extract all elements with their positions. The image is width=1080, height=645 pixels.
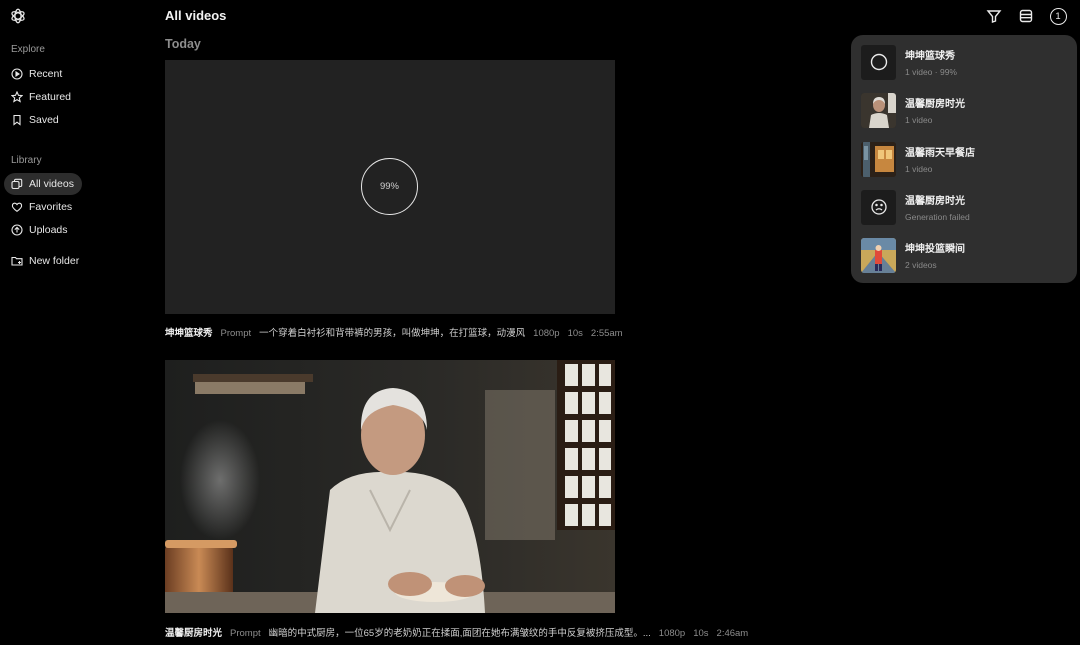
queue-item[interactable]: 坤坤篮球秀 1 video · 99% bbox=[861, 42, 1067, 82]
prompt-label: Prompt bbox=[220, 328, 252, 339]
queue-item-subtitle: 1 video bbox=[905, 115, 933, 125]
prompt-text: 一个穿着白衬衫和背带裤的男孩，叫做坤坤，在打篮球，动漫风 bbox=[259, 328, 526, 339]
queue-item[interactable]: 温馨厨房时光 1 video bbox=[861, 90, 1067, 130]
prompt-label: Prompt bbox=[230, 628, 261, 639]
progress-ring: 99% bbox=[361, 158, 418, 215]
queue-item[interactable]: 温馨雨天早餐店 1 video bbox=[861, 139, 1067, 179]
upload-icon bbox=[11, 224, 23, 236]
star-icon bbox=[11, 91, 23, 103]
video-caption: 坤坤篮球秀 Prompt 一个穿着白衬衫和背带裤的男孩，叫做坤坤，在打篮球，动漫… bbox=[165, 325, 623, 339]
filter-icon bbox=[986, 10, 1002, 23]
queue-item[interactable]: 温馨厨房时光 Generation failed bbox=[861, 187, 1067, 227]
duration: 10s bbox=[567, 328, 583, 339]
filter-button[interactable] bbox=[985, 7, 1003, 25]
layout-toggle-button[interactable] bbox=[1017, 7, 1035, 25]
timestamp: 2:46am bbox=[716, 628, 749, 639]
queue-count-badge: 1 bbox=[1049, 7, 1067, 25]
video-card-generating[interactable]: 99% bbox=[165, 60, 615, 314]
explore-section-label: Explore bbox=[11, 44, 45, 55]
heart-icon bbox=[11, 202, 23, 212]
app-logo-icon[interactable] bbox=[9, 7, 27, 25]
bookmark-icon bbox=[13, 114, 21, 126]
queue-item-title: 坤坤篮球秀 bbox=[905, 51, 955, 62]
layout-icon bbox=[1019, 9, 1033, 23]
sad-face-icon bbox=[861, 189, 896, 225]
sidebar-item-label: Saved bbox=[29, 114, 59, 126]
queue-item-title: 温馨雨天早餐店 bbox=[905, 148, 975, 159]
queue-item[interactable]: 坤坤投篮瞬间 2 videos bbox=[861, 235, 1067, 275]
queue-item-title: 温馨厨房时光 bbox=[905, 196, 965, 207]
video-caption: 温馨厨房时光 Prompt 幽暗的中式厨房，一位65岁的老奶奶正在揉面,面团在她… bbox=[165, 625, 748, 639]
queue-item-subtitle: 1 video · 99% bbox=[905, 67, 957, 77]
videos-icon bbox=[11, 178, 23, 190]
sidebar-item-saved[interactable]: Saved bbox=[4, 109, 67, 131]
sidebar-item-favorites[interactable]: Favorites bbox=[4, 196, 80, 218]
queue-item-subtitle: Generation failed bbox=[905, 212, 970, 222]
sidebar-item-label: All videos bbox=[29, 178, 74, 190]
queue-button[interactable]: 1 bbox=[1049, 7, 1067, 25]
progress-ring-icon bbox=[861, 44, 896, 80]
sidebar-item-recent[interactable]: Recent bbox=[4, 63, 70, 85]
grandma-kitchen-thumbnail bbox=[165, 360, 615, 613]
basketball-court-thumbnail bbox=[861, 237, 896, 273]
video-card-thumbnail[interactable] bbox=[165, 360, 615, 613]
queue-item-subtitle: 1 video bbox=[905, 164, 933, 174]
new-folder-label: New folder bbox=[29, 255, 80, 267]
prompt-text: 幽暗的中式厨房，一位65岁的老奶奶正在揉面,面团在她布满皱纹的手中反复被挤压成型… bbox=[268, 628, 651, 639]
resolution: 1080p bbox=[658, 628, 686, 639]
sidebar-item-uploads[interactable]: Uploads bbox=[4, 219, 76, 241]
sidebar-item-all-videos[interactable]: All videos bbox=[4, 173, 82, 195]
folder-plus-icon bbox=[11, 256, 23, 266]
sidebar-item-label: Favorites bbox=[29, 201, 73, 213]
video-title[interactable]: 温馨厨房时光 bbox=[165, 625, 222, 639]
sidebar-item-label: Featured bbox=[29, 91, 72, 103]
sidebar-item-label: Uploads bbox=[29, 224, 68, 236]
timestamp: 2:55am bbox=[590, 328, 623, 339]
queue-item-subtitle: 2 videos bbox=[905, 260, 937, 270]
queue-item-title: 坤坤投篮瞬间 bbox=[905, 244, 965, 255]
breakfast-shop-thumbnail bbox=[861, 141, 896, 177]
sidebar-item-label: Recent bbox=[29, 68, 63, 80]
duration: 10s bbox=[693, 628, 709, 639]
resolution: 1080p bbox=[533, 328, 560, 339]
queue-item-title: 温馨厨房时光 bbox=[905, 99, 965, 110]
library-section-label: Library bbox=[11, 155, 42, 166]
date-group-label: Today bbox=[165, 37, 201, 51]
page-title: All videos bbox=[165, 8, 227, 23]
play-circle-icon bbox=[11, 68, 23, 80]
sidebar-item-featured[interactable]: Featured bbox=[4, 86, 79, 108]
video-title[interactable]: 坤坤篮球秀 bbox=[165, 325, 213, 339]
new-folder-button[interactable]: New folder bbox=[4, 250, 87, 272]
generation-queue-panel: 坤坤篮球秀 1 video · 99% 温馨厨房时光 1 video 温馨雨天早… bbox=[851, 35, 1077, 283]
grandma-thumbnail bbox=[861, 92, 896, 128]
